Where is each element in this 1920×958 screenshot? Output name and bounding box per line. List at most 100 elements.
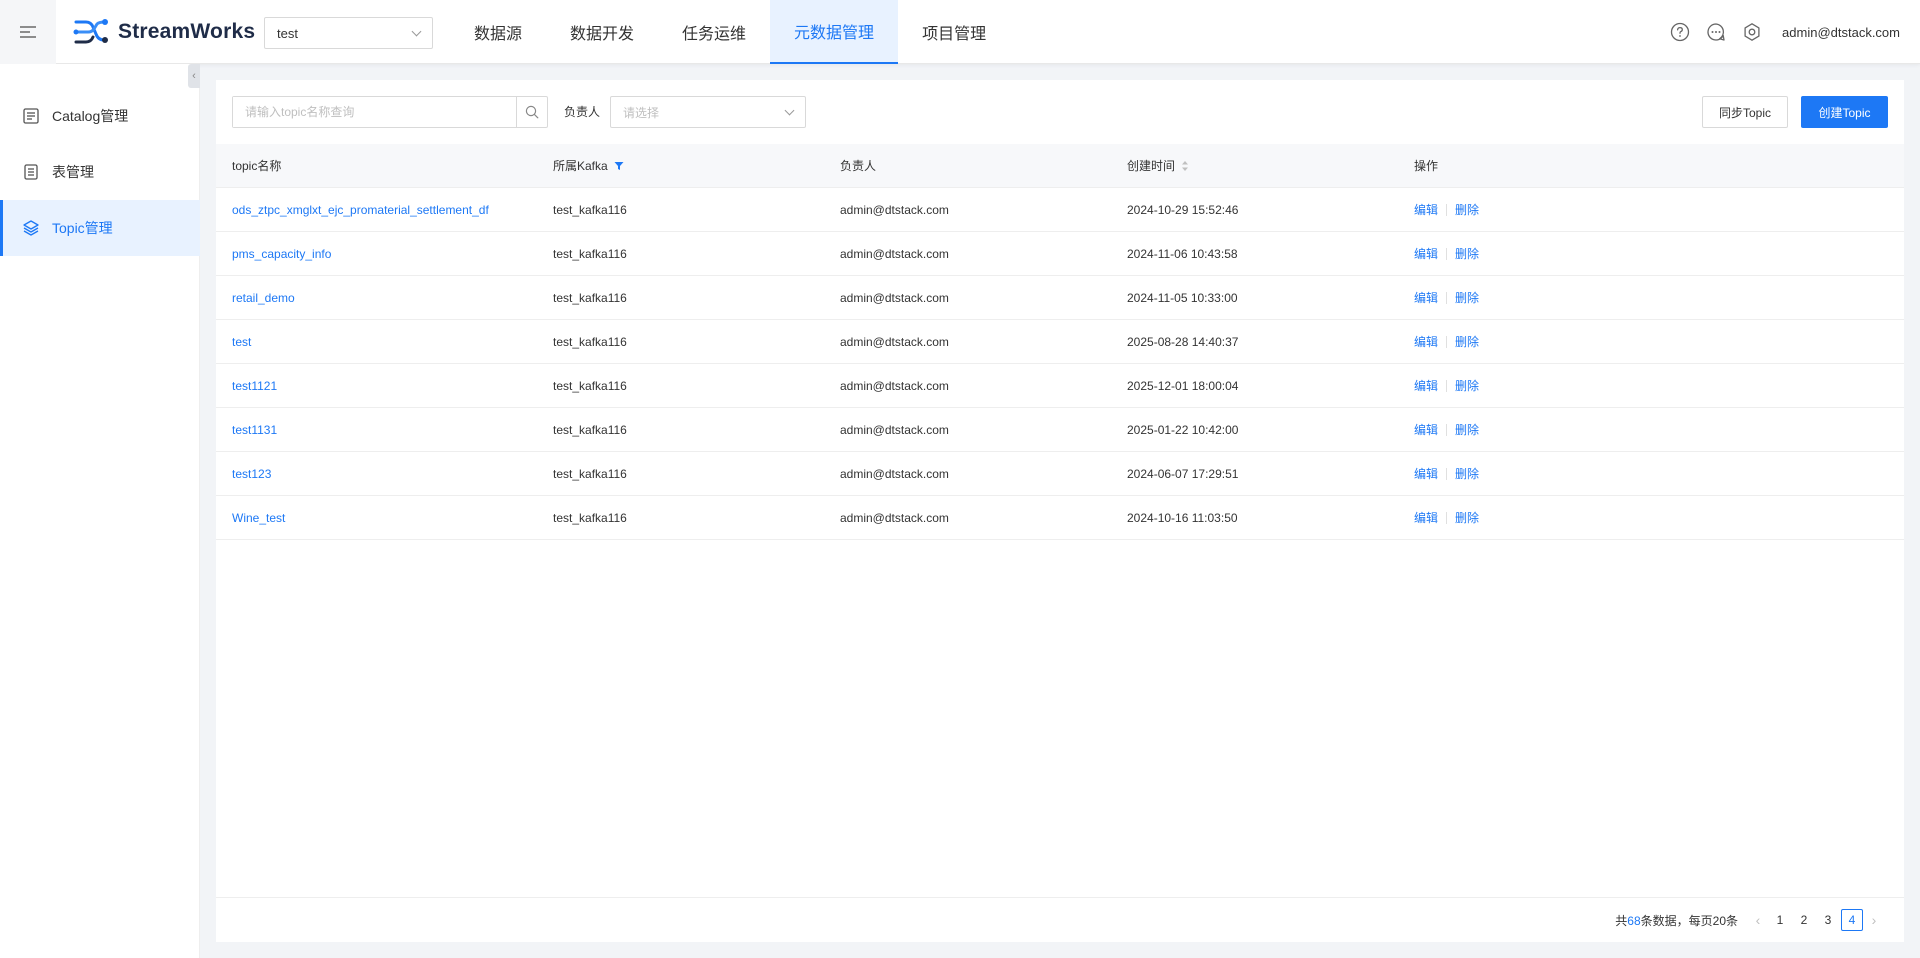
user-account[interactable]: admin@dtstack.com xyxy=(1782,25,1900,40)
delete-link[interactable]: 删除 xyxy=(1455,509,1479,526)
column-title: 所属Kafka xyxy=(553,159,608,173)
filter-icon[interactable] xyxy=(614,161,624,171)
layers-icon xyxy=(22,219,40,237)
top-header: StreamWorks test 数据源 数据开发 任务运维 元数据管理 项目管… xyxy=(0,0,1920,64)
table-row: Wine_test test_kafka116 admin@dtstack.co… xyxy=(216,496,1904,540)
delete-link[interactable]: 删除 xyxy=(1455,333,1479,350)
column-title: 创建时间 xyxy=(1127,159,1176,173)
table-row: test1131 test_kafka116 admin@dtstack.com… xyxy=(216,408,1904,452)
divider xyxy=(1446,379,1448,392)
table-row: test test_kafka116 admin@dtstack.com 202… xyxy=(216,320,1904,364)
topic-name-link[interactable]: test1121 xyxy=(216,379,553,393)
nav-item-project-management[interactable]: 项目管理 xyxy=(898,0,1010,64)
delete-link[interactable]: 删除 xyxy=(1455,377,1479,394)
menu-icon xyxy=(20,26,36,38)
topic-search-input[interactable] xyxy=(233,97,516,127)
created-time-cell: 2025-08-28 14:40:37 xyxy=(1127,334,1239,349)
kafka-cell: test_kafka116 xyxy=(553,466,627,481)
page-1[interactable]: 1 xyxy=(1769,909,1791,931)
chevron-down-icon xyxy=(784,105,795,115)
edit-link[interactable]: 编辑 xyxy=(1414,333,1438,350)
topic-name-link[interactable]: pms_capacity_info xyxy=(216,247,553,261)
sidebar-item-catalog[interactable]: Catalog管理 xyxy=(0,88,200,144)
streamworks-logo-icon xyxy=(73,19,108,44)
settings-icon[interactable] xyxy=(1742,22,1762,42)
page-2[interactable]: 2 xyxy=(1793,909,1815,931)
actions-cell: 编辑 删除 xyxy=(1414,333,1614,350)
app-logo[interactable]: StreamWorks xyxy=(72,14,255,50)
created-time-cell: 2024-11-06 10:43:58 xyxy=(1127,246,1238,261)
nav-item-task-ops[interactable]: 任务运维 xyxy=(658,0,770,64)
topic-search xyxy=(232,96,548,128)
topic-name-link[interactable]: retail_demo xyxy=(216,291,553,305)
sort-icon[interactable] xyxy=(1181,160,1189,172)
pagination-total: 共68条数据，每页20条 xyxy=(1615,912,1738,929)
header-actions: admin@dtstack.com xyxy=(1670,0,1900,64)
total-prefix: 共 xyxy=(1615,913,1628,928)
topic-name-link[interactable]: ods_ztpc_xmglxt_ejc_promaterial_settleme… xyxy=(216,203,553,217)
nav-item-datasource[interactable]: 数据源 xyxy=(450,0,546,64)
catalog-icon xyxy=(22,107,40,125)
owner-cell: admin@dtstack.com xyxy=(840,422,949,437)
owner-cell: admin@dtstack.com xyxy=(840,466,949,481)
sidebar-item-table-management[interactable]: 表管理 xyxy=(0,144,200,200)
delete-link[interactable]: 删除 xyxy=(1455,201,1479,218)
next-page-button[interactable]: › xyxy=(1864,909,1884,931)
edit-link[interactable]: 编辑 xyxy=(1414,509,1438,526)
prev-page-button[interactable]: ‹ xyxy=(1748,909,1768,931)
divider xyxy=(1446,247,1448,260)
column-header-created-time[interactable]: 创建时间 xyxy=(1127,157,1414,174)
page-3[interactable]: 3 xyxy=(1817,909,1839,931)
sidebar-item-topic-management[interactable]: Topic管理 xyxy=(0,200,200,256)
delete-link[interactable]: 删除 xyxy=(1455,421,1479,438)
project-select[interactable]: test xyxy=(264,17,433,49)
nav-item-data-development[interactable]: 数据开发 xyxy=(546,0,658,64)
created-time-cell: 2024-10-16 11:03:50 xyxy=(1127,510,1238,525)
topic-table: topic名称 所属Kafka 负责人 创建时间 操作 ods_ztpc_xmg… xyxy=(216,144,1904,540)
sidebar-collapse-button[interactable]: ‹ xyxy=(188,64,200,88)
created-time-cell: 2024-11-05 10:33:00 xyxy=(1127,290,1238,305)
created-time-cell: 2024-06-07 17:29:51 xyxy=(1127,466,1239,481)
owner-filter-select[interactable]: 请选择 xyxy=(610,96,806,128)
total-suffix: 条数据，每页20条 xyxy=(1640,913,1738,928)
owner-filter-placeholder: 请选择 xyxy=(623,105,660,120)
actions-cell: 编辑 删除 xyxy=(1414,201,1614,218)
delete-link[interactable]: 删除 xyxy=(1455,465,1479,482)
owner-cell: admin@dtstack.com xyxy=(840,334,949,349)
actions-cell: 编辑 删除 xyxy=(1414,509,1614,526)
chevron-right-icon: › xyxy=(1871,912,1877,928)
topic-list-panel: 负责人 请选择 同步Topic 创建Topic topic名称 所属Kafka … xyxy=(216,80,1904,942)
kafka-cell: test_kafka116 xyxy=(553,334,627,349)
delete-link[interactable]: 删除 xyxy=(1455,245,1479,262)
page-4-current[interactable]: 4 xyxy=(1841,909,1863,931)
nav-item-metadata-management[interactable]: 元数据管理 xyxy=(770,0,899,64)
created-time-cell: 2024-10-29 15:52:46 xyxy=(1127,202,1239,217)
pagination: 共68条数据，每页20条 ‹ 1 2 3 4 › xyxy=(216,897,1904,942)
topic-name-link[interactable]: test1131 xyxy=(216,423,553,437)
create-topic-button[interactable]: 创建Topic xyxy=(1801,96,1888,128)
divider xyxy=(1446,423,1448,436)
edit-link[interactable]: 编辑 xyxy=(1414,201,1438,218)
topic-name-link[interactable]: test123 xyxy=(216,467,553,481)
edit-link[interactable]: 编辑 xyxy=(1414,245,1438,262)
edit-link[interactable]: 编辑 xyxy=(1414,421,1438,438)
table-icon xyxy=(22,163,40,181)
divider xyxy=(1446,335,1448,348)
table-row: test1121 test_kafka116 admin@dtstack.com… xyxy=(216,364,1904,408)
delete-link[interactable]: 删除 xyxy=(1455,289,1479,306)
message-icon[interactable] xyxy=(1706,22,1726,42)
edit-link[interactable]: 编辑 xyxy=(1414,289,1438,306)
sync-topic-button[interactable]: 同步Topic xyxy=(1702,96,1788,128)
help-icon[interactable] xyxy=(1670,22,1690,42)
sidebar-item-label: 表管理 xyxy=(52,164,94,180)
search-button[interactable] xyxy=(516,97,547,127)
divider xyxy=(1446,291,1448,304)
table-row: ods_ztpc_xmglxt_ejc_promaterial_settleme… xyxy=(216,188,1904,232)
topic-name-link[interactable]: test xyxy=(216,335,553,349)
table-row: retail_demo test_kafka116 admin@dtstack.… xyxy=(216,276,1904,320)
edit-link[interactable]: 编辑 xyxy=(1414,465,1438,482)
menu-toggle-button[interactable] xyxy=(0,0,56,64)
edit-link[interactable]: 编辑 xyxy=(1414,377,1438,394)
column-title: topic名称 xyxy=(232,159,282,173)
topic-name-link[interactable]: Wine_test xyxy=(216,511,553,525)
